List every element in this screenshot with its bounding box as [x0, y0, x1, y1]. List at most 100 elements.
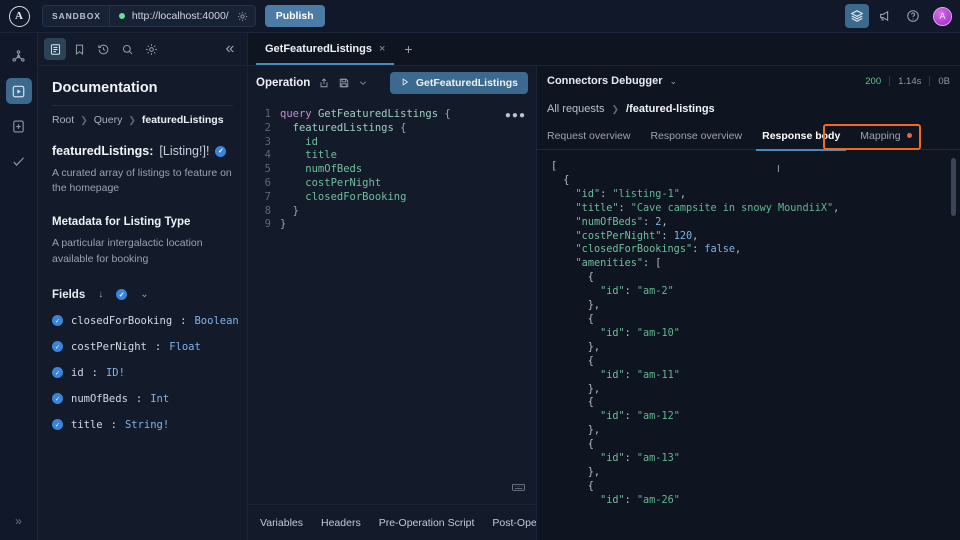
response-body-viewer[interactable]: [ { "id": "listing-1", "title": "Cave ca…: [537, 150, 960, 540]
query-code[interactable]: 1 query GetFeaturedListings {2 featuredLi…: [248, 108, 536, 232]
publish-button[interactable]: Publish: [264, 5, 325, 27]
json-line: {: [551, 355, 594, 367]
schema-graph-icon[interactable]: [6, 43, 32, 69]
endpoint-url-text[interactable]: http://localhost:4000/: [132, 10, 237, 22]
doc-field-heading: featuredListings: [Listing!]! ✓: [52, 144, 233, 158]
list-item[interactable]: ✓ numOfBeds: Int: [52, 393, 233, 405]
debugger-tab-bar: Request overview Response overview Respo…: [537, 122, 960, 151]
line-number: 4: [264, 149, 271, 162]
tab-post-operation-script[interactable]: Post-Ope: [492, 517, 536, 529]
json-line: {: [551, 480, 594, 492]
arrow-down-icon[interactable]: ↓: [98, 289, 103, 300]
chevron-down-icon[interactable]: [358, 78, 368, 88]
json-line: "id": "am-2": [600, 286, 674, 298]
collapse-panel-icon[interactable]: «: [219, 38, 241, 60]
field-name: costPerNight: [71, 340, 147, 353]
breadcrumb-item-all-requests[interactable]: All requests: [547, 103, 604, 115]
tab-response-overview[interactable]: Response overview: [640, 122, 752, 150]
play-icon: [400, 77, 410, 90]
code-text: id: [280, 135, 318, 148]
stat-divider: [929, 76, 931, 86]
chevron-right-icon: ❯: [611, 103, 620, 114]
list-item[interactable]: ✓ closedForBooking: Boolean: [52, 315, 239, 327]
json-line: {: [551, 397, 594, 409]
check-badge-icon: ✓: [215, 145, 227, 157]
mapping-alert-dot: [906, 133, 912, 138]
json-line: "id": "listing-1",: [575, 188, 686, 200]
tab-response-body[interactable]: Response body: [752, 122, 850, 151]
json-line: },: [551, 300, 601, 312]
list-item[interactable]: ✓ title: String!: [52, 419, 233, 431]
checkmark-icon[interactable]: [6, 148, 32, 174]
debugger-title: Connectors Debugger: [547, 75, 663, 87]
documentation-panel: « Documentation Root ❯ Query ❯ featuredL…: [38, 33, 248, 540]
graphql-query-editor[interactable]: 1 query GetFeaturedListings {2 featuredLi…: [248, 100, 536, 504]
line-number: 5: [264, 163, 271, 176]
field-type: String!: [124, 418, 170, 431]
list-item[interactable]: ✓ id: ID!: [52, 367, 233, 379]
breadcrumb-item-query[interactable]: Query: [94, 114, 123, 126]
endpoint-url-bar[interactable]: SANDBOX http://localhost:4000/: [42, 5, 256, 27]
status-badge: 200: [865, 75, 882, 87]
tab-get-featured-listings[interactable]: GetFeaturedListings ×: [256, 34, 395, 65]
share-icon[interactable]: [318, 77, 330, 89]
line-number: 8: [264, 204, 271, 217]
explorer-icon[interactable]: [5, 78, 32, 104]
gear-icon[interactable]: [237, 11, 255, 22]
bookmark-icon[interactable]: [68, 38, 90, 60]
user-avatar[interactable]: A: [933, 6, 952, 26]
close-icon[interactable]: ×: [379, 43, 385, 55]
response-size: 0B: [938, 75, 950, 87]
json-line: },: [551, 383, 601, 395]
tab-mapping[interactable]: Mapping: [850, 122, 921, 150]
run-operation-button[interactable]: GetFeaturedListings: [389, 72, 528, 94]
json-line: "costPerNight": 120,: [575, 230, 699, 242]
document-add-icon[interactable]: [6, 113, 32, 139]
center-region: GetFeaturedListings × + Operation GetFea…: [248, 33, 960, 540]
page-title: Documentation: [52, 80, 158, 96]
documentation-icon[interactable]: [44, 38, 66, 60]
help-circle-icon[interactable]: [901, 4, 925, 28]
doc-field-description: A curated array of listings to feature o…: [52, 167, 232, 195]
json-line: {: [551, 439, 594, 451]
code-text: }: [280, 218, 287, 231]
list-item[interactable]: ✓ costPerNight: Float: [52, 341, 233, 353]
response-body-json[interactable]: [ { "id": "listing-1", "title": "Cave ca…: [551, 160, 946, 508]
field-colon: :: [154, 340, 162, 353]
line-number: 2: [264, 121, 271, 134]
operation-title: Operation: [256, 77, 311, 89]
json-line: },: [551, 425, 601, 437]
more-options-icon[interactable]: ●●●: [505, 110, 526, 121]
scrollbar-thumb[interactable]: [951, 158, 956, 216]
megaphone-icon[interactable]: [873, 4, 897, 28]
settings-gear-icon[interactable]: [140, 38, 162, 60]
code-line: 6 costPerNight: [248, 177, 536, 191]
field-name: id: [71, 366, 84, 379]
tab-headers[interactable]: Headers: [321, 517, 361, 529]
save-icon[interactable]: [338, 77, 350, 89]
field-name: numOfBeds: [71, 392, 128, 405]
keyboard-icon[interactable]: [511, 480, 526, 498]
json-line: {: [551, 313, 594, 325]
code-line: 5 numOfBeds: [248, 163, 536, 177]
json-line: "id": "am-11": [600, 369, 680, 381]
rail-expand-icon[interactable]: »: [15, 514, 22, 528]
field-type: Int: [150, 392, 170, 405]
scrollbar[interactable]: [951, 158, 956, 536]
check-badge-icon: ✓: [52, 341, 63, 353]
search-icon[interactable]: [116, 38, 138, 60]
chevron-down-icon[interactable]: ⌄: [140, 289, 148, 300]
breadcrumb-item-root[interactable]: Root: [52, 114, 74, 126]
tab-pre-operation-script[interactable]: Pre-Operation Script: [379, 517, 475, 529]
chevron-down-icon[interactable]: ⌄: [670, 76, 678, 87]
response-duration: 1.14s: [898, 75, 922, 87]
tab-variables[interactable]: Variables: [260, 517, 303, 529]
layers-icon[interactable]: [845, 4, 869, 28]
check-badge-icon[interactable]: ✓: [116, 289, 128, 301]
json-line: "title": "Cave campsite in snowy Moundii…: [575, 202, 840, 214]
add-tab-button[interactable]: +: [394, 34, 422, 65]
code-line: 4 title: [248, 149, 536, 163]
line-number: 1: [264, 108, 271, 120]
history-icon[interactable]: [92, 38, 114, 60]
tab-request-overview[interactable]: Request overview: [547, 122, 640, 150]
